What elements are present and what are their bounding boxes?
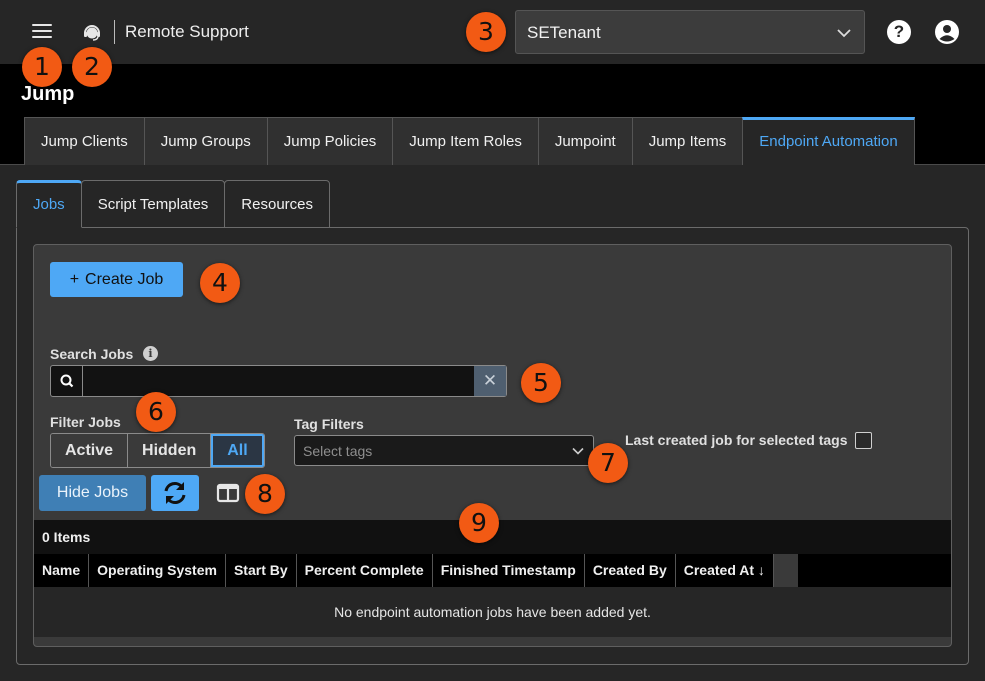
search-icon [51, 366, 83, 396]
brand-divider [114, 20, 115, 44]
empty-message: No endpoint automation jobs have been ad… [334, 604, 651, 620]
sub-tabs: Jobs Script Templates Resources [16, 180, 330, 228]
table-empty-row: No endpoint automation jobs have been ad… [34, 587, 951, 637]
search-input[interactable] [84, 366, 474, 396]
tab-resources[interactable]: Resources [224, 180, 330, 228]
columns-icon[interactable] [215, 481, 241, 505]
tab-script-templates[interactable]: Script Templates [80, 180, 226, 228]
menu-icon[interactable] [32, 23, 52, 39]
refresh-icon [164, 482, 186, 504]
table-header-fill [798, 554, 951, 587]
tag-filters-select[interactable]: Select tags [294, 435, 594, 466]
filter-hidden-button[interactable]: Hidden [128, 434, 212, 467]
annotation-badge-8: 8 [245, 474, 285, 514]
tag-filters-label: Tag Filters [294, 416, 364, 432]
filter-jobs-group: Active Hidden All [50, 433, 265, 468]
hide-jobs-button[interactable]: Hide Jobs [39, 475, 146, 511]
filter-jobs-label: Filter Jobs [50, 414, 121, 430]
user-icon[interactable] [935, 20, 959, 44]
help-icon[interactable]: ? [887, 20, 911, 44]
column-finished-timestamp[interactable]: Finished Timestamp [433, 554, 585, 587]
tab-jump-groups[interactable]: Jump Groups [143, 117, 268, 165]
column-created-at[interactable]: Created At ↓ [676, 554, 774, 587]
column-percent-complete[interactable]: Percent Complete [297, 554, 433, 587]
annotation-badge-1: 1 [22, 47, 62, 87]
tab-jump-items[interactable]: Jump Items [631, 117, 744, 165]
last-created-job-label: Last created job for selected tags [625, 432, 848, 448]
tab-jump-clients[interactable]: Jump Clients [24, 117, 145, 165]
plus-icon: + [69, 271, 80, 288]
headset-icon [84, 25, 100, 41]
chevron-down-icon [572, 447, 584, 455]
search-box: ✕ [50, 365, 507, 397]
column-name[interactable]: Name [34, 554, 90, 587]
main-tabs: Jump Clients Jump Groups Jump Policies J… [24, 117, 915, 165]
filter-active-button[interactable]: Active [51, 434, 129, 467]
brand-title: Remote Support [125, 22, 249, 41]
tag-filters-placeholder: Select tags [303, 443, 373, 459]
search-jobs-label: Search Jobs [50, 346, 134, 362]
filter-all-button[interactable]: All [211, 434, 264, 467]
annotation-badge-6: 6 [136, 392, 176, 432]
table-header: Name Operating System Start By Percent C… [34, 554, 774, 587]
last-created-job-checkbox[interactable] [855, 432, 872, 449]
close-icon[interactable]: ✕ [474, 366, 506, 396]
tab-jumpoint[interactable]: Jumpoint [537, 117, 633, 165]
column-start-by[interactable]: Start By [226, 554, 297, 587]
tab-jobs[interactable]: Jobs [16, 180, 82, 228]
refresh-button[interactable] [151, 475, 199, 511]
tenant-value: SETenant [527, 23, 601, 42]
annotation-badge-4: 4 [200, 263, 240, 303]
annotation-badge-5: 5 [521, 363, 561, 403]
chevron-down-icon [837, 29, 851, 38]
column-created-by[interactable]: Created By [585, 554, 676, 587]
annotation-badge-2: 2 [72, 47, 112, 87]
tab-endpoint-automation[interactable]: Endpoint Automation [742, 117, 915, 165]
tab-jump-policies[interactable]: Jump Policies [266, 117, 394, 165]
info-icon[interactable]: i [143, 346, 158, 361]
create-job-label: Create Job [85, 271, 164, 288]
items-count: 0 Items [42, 529, 91, 545]
annotation-badge-9: 9 [459, 503, 499, 543]
tab-jump-item-roles[interactable]: Jump Item Roles [392, 117, 539, 165]
annotation-badge-7: 7 [588, 443, 628, 483]
page-title: Jump [21, 83, 75, 105]
annotation-badge-3: 3 [466, 12, 506, 52]
tenant-select[interactable]: SETenant [515, 10, 865, 54]
column-operating-system[interactable]: Operating System [89, 554, 226, 587]
create-job-button[interactable]: + Create Job [50, 262, 183, 297]
